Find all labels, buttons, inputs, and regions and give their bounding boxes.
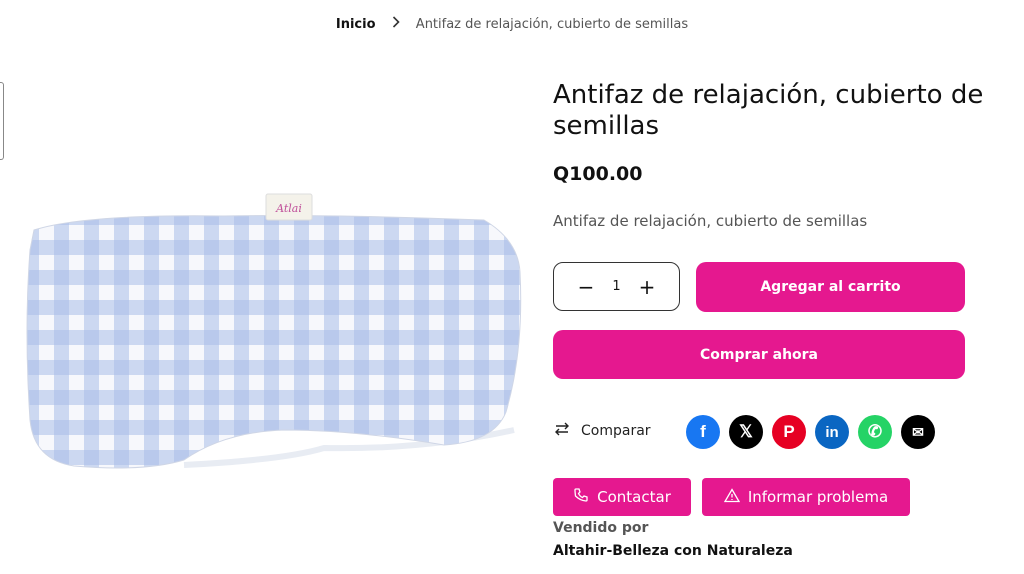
whatsapp-icon[interactable]: ✆: [858, 415, 892, 449]
seller-name-link[interactable]: Altahir-Belleza con Naturaleza: [553, 543, 793, 559]
linkedin-icon[interactable]: in: [815, 415, 849, 449]
breadcrumb-current: Antifaz de relajación, cubierto de semil…: [415, 17, 689, 32]
add-to-cart-button[interactable]: Agregar al carrito: [696, 262, 965, 312]
product-label-text: Atlai: [275, 202, 302, 215]
compare-arrows-icon: [553, 421, 571, 441]
facebook-icon[interactable]: f: [686, 415, 720, 449]
x-twitter-icon[interactable]: 𝕏: [729, 415, 763, 449]
buy-now-button[interactable]: Comprar ahora: [553, 330, 965, 379]
share-buttons: f 𝕏 P in ✆ ✉: [686, 415, 935, 449]
breadcrumb-home-link[interactable]: Inicio: [336, 17, 376, 32]
product-description: Antifaz de relajación, cubierto de semil…: [553, 212, 868, 230]
product-title: Antifaz de relajación, cubierto de semil…: [553, 80, 984, 141]
product-price: Q100.00: [553, 163, 643, 185]
report-problem-label: Informar problema: [747, 488, 889, 506]
quantity-value[interactable]: 1: [612, 279, 620, 294]
product-image: Atlai: [24, 180, 524, 500]
compare-button[interactable]: Comparar: [553, 421, 651, 441]
quantity-stepper[interactable]: − 1 +: [553, 262, 680, 311]
gallery-thumbnail[interactable]: [0, 82, 4, 160]
report-problem-button[interactable]: Informar problema: [702, 478, 910, 516]
contact-button[interactable]: Contactar: [553, 478, 691, 516]
contact-label: Contactar: [597, 488, 671, 506]
warning-icon: [723, 487, 740, 507]
pinterest-icon[interactable]: P: [772, 415, 806, 449]
breadcrumb: Inicio Antifaz de relajación, cubierto d…: [0, 16, 1024, 32]
compare-label: Comparar: [581, 423, 651, 439]
minus-icon[interactable]: −: [578, 277, 595, 297]
phone-icon: [573, 487, 589, 507]
chevron-right-icon: [392, 16, 400, 32]
sold-by-label: Vendido por: [553, 520, 649, 536]
email-icon[interactable]: ✉: [901, 415, 935, 449]
plus-icon[interactable]: +: [639, 277, 656, 297]
